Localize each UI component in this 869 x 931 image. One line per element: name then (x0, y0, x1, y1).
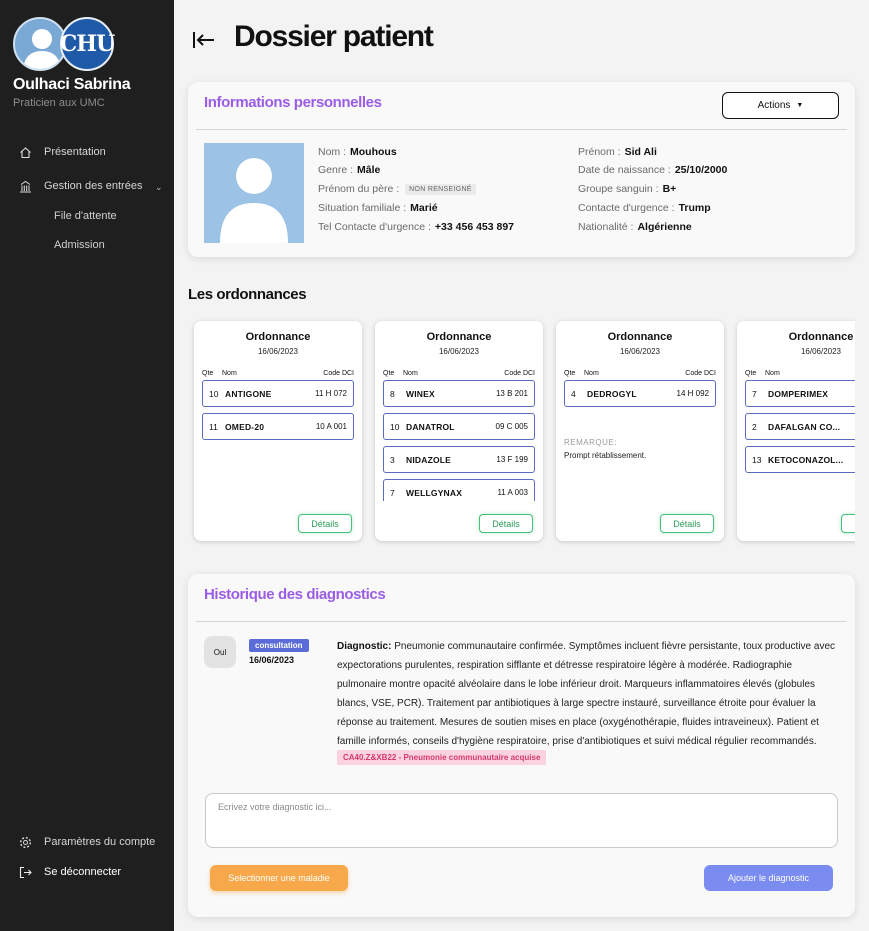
home-icon (18, 145, 32, 159)
info-nationalite: Nationalité : Algérienne (578, 221, 692, 233)
info-prenom: Prénom : Sid Ali (578, 146, 657, 158)
divider (196, 621, 847, 622)
remark-label: REMARQUE: (564, 438, 617, 447)
nav-item-gestion-entrees[interactable]: Gestion des entrées (18, 179, 142, 193)
author-avatar: Oul (204, 636, 236, 668)
divider (196, 129, 847, 130)
details-button[interactable]: Détails (841, 514, 855, 533)
nav-label: Se déconnecter (44, 866, 122, 878)
logout-icon (18, 865, 32, 879)
back-arrow-icon[interactable] (192, 28, 218, 52)
prescription-card: Ordonnance 16/06/2023 Qte Nom Code DCI 4 DE… (556, 321, 724, 541)
diagnostic-input[interactable] (205, 793, 838, 848)
medication-item: 10 DANATROL 09 C 005 (383, 413, 535, 440)
nav-label: Paramètres du compte (44, 836, 156, 848)
medication-item: 11 OMED-20 10 A 001 (202, 413, 354, 440)
medication-item: 4 DEDROGYL 14 H 092 (564, 380, 716, 407)
medication-item: 7 DOMPERIMEX (745, 380, 855, 407)
gear-icon (18, 835, 32, 849)
prescription-title: Ordonnance (426, 331, 492, 343)
hospital-logo: CHU (60, 17, 115, 71)
actions-label: Actions (757, 100, 791, 111)
medication-list[interactable]: 8 WINEX 13 B 201 10 DANATROL 09 C 005 3 NIDAZ… (383, 380, 535, 501)
disease-code-badge: CA40.Z&XB22 - Pneumonie communautaire ac… (337, 750, 547, 765)
user-role: Praticien aux UMC (13, 97, 105, 109)
info-date-naissance: Date de naissance :25/10/2000 (578, 164, 728, 176)
diagnostic-text: Diagnostic: Pneumonie communautaire conf… (337, 637, 837, 751)
prescription-title: Ordonnance (245, 331, 311, 343)
prescription-card: Ordonnance 16/06/2023 Qte Nom Code DCI 10 A… (194, 321, 362, 541)
consultation-badge: consultation (249, 639, 309, 652)
nav-item-file-attente[interactable]: File d'attente (54, 210, 117, 222)
info-situation-familiale: Situation familiale : Marié (318, 202, 438, 214)
details-button[interactable]: Détails (298, 514, 352, 533)
prescription-date: 16/06/2023 (438, 347, 480, 356)
building-icon (18, 179, 32, 193)
personal-info-title: Informations personnelles (204, 94, 382, 111)
patient-photo (204, 143, 304, 243)
medication-list[interactable]: 7DOMPERIMEX 2DAFALGAN CO...0 13KETOCONAZ… (745, 380, 855, 501)
diagnostic-date: 16/06/2023 (249, 655, 295, 665)
remark-text: Prompt rétablissement. (564, 451, 647, 460)
details-button[interactable]: Détails (479, 514, 533, 533)
info-nom: Nom : Mouhous (318, 146, 397, 158)
select-disease-button[interactable]: Selectionner une maladie (210, 865, 348, 891)
details-button[interactable]: Détails (660, 514, 714, 533)
medication-item: 3 NIDAZOLE 13 F 199 (383, 446, 535, 473)
nav-item-admission[interactable]: Admission (54, 239, 105, 251)
medication-item: 7 WELLGYNAX 11 A 003 (383, 479, 535, 501)
prescription-title: Ordonnance (607, 331, 673, 343)
add-diagnostic-button[interactable]: Ajouter le diagnostic (704, 865, 833, 891)
nav-item-presentation[interactable]: Présentation (18, 145, 106, 159)
diagnostic-label: Diagnostic: (337, 641, 392, 652)
actions-button[interactable]: Actions ▼ (722, 92, 839, 119)
page-title: Dossier patient (234, 20, 434, 53)
medication-item: 2DAFALGAN CO...0 (745, 413, 855, 440)
prescription-date: 16/06/2023 (800, 347, 842, 356)
nav-item-logout[interactable]: Se déconnecter (18, 865, 121, 879)
medication-item: 10 ANTIGONE 11 H 072 (202, 380, 354, 407)
caret-down-icon: ▼ (796, 102, 804, 109)
nav-label: Présentation (44, 146, 106, 158)
sidebar: CHU Oulhaci Sabrina Praticien aux UMC Pr… (0, 0, 174, 931)
prescription-card: Ordonnance 16/06/2023 QteNomCode DCI 7DO… (737, 321, 855, 541)
medication-item: 8 WINEX 13 B 201 (383, 380, 535, 407)
info-tel-urgence: Tel Contacte d'urgence : +33 456 453 897 (318, 221, 515, 233)
prescriptions-carousel[interactable]: Ordonnance 16/06/2023 Qte Nom Code DCI 10 A… (188, 316, 855, 548)
info-genre: Genre : Mâle (318, 164, 381, 176)
prescription-card: Ordonnance 16/06/2023 Qte Nom Code DCI 8 WI… (375, 321, 543, 541)
medication-item: 13 KETOCONAZOL... (745, 446, 855, 473)
medication-list[interactable]: 4 DEDROGYL 14 H 092 (564, 380, 716, 410)
prescriptions-title: Les ordonnances (188, 286, 307, 303)
nav-label: Gestion des entrées (44, 180, 143, 192)
prescription-date: 16/06/2023 (619, 347, 661, 356)
medication-list[interactable]: 10 ANTIGONE 11 H 072 11 OMED-20 10 A 001 (202, 380, 354, 501)
non-renseigne-badge: NON RENSEIGNÉ (405, 184, 476, 195)
prescription-title: Ordonnance (788, 331, 854, 343)
info-groupe-sanguin: Groupe sanguin : B+ (578, 183, 677, 195)
info-prenom-pere: Prénom du père : NON RENSEIGNÉ (318, 183, 476, 195)
chevron-down-icon[interactable]: ⌄ (155, 182, 163, 193)
diagnostic-body: Pneumonie communautaire confirmée. Sympt… (337, 641, 836, 747)
diagnostics-title: Historique des diagnostics (204, 586, 386, 603)
nav-item-settings[interactable]: Paramètres du compte (18, 835, 155, 849)
info-contact-urgence: Contacte d'urgence : Trump (578, 202, 711, 214)
user-name: Oulhaci Sabrina (13, 76, 131, 93)
prescription-date: 16/06/2023 (257, 347, 299, 356)
